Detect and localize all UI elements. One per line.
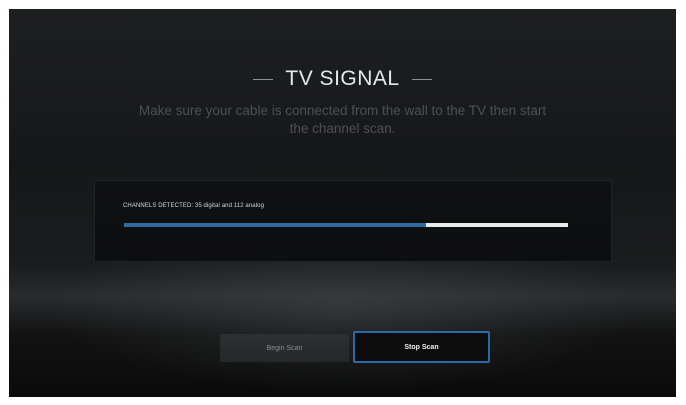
- stop-scan-button[interactable]: Stop Scan: [353, 331, 490, 363]
- channels-detected-status: CHANNELS DETECTED: 35 digital and 112 an…: [123, 203, 265, 209]
- title-dash-right: [411, 78, 432, 80]
- instructions-text: Make sure your cable is connected from t…: [138, 103, 547, 136]
- frame: TV SIGNAL Make sure your cable is connec…: [0, 0, 686, 405]
- page-title: TV SIGNAL: [285, 67, 400, 90]
- title-dash-left: [253, 78, 274, 80]
- tv-screen: TV SIGNAL Make sure your cable is connec…: [9, 9, 676, 397]
- scan-panel: CHANNELS DETECTED: 35 digital and 112 an…: [94, 180, 612, 262]
- begin-scan-button[interactable]: Begin Scan: [220, 334, 349, 362]
- title-row: TV SIGNAL: [9, 65, 676, 93]
- scan-progress-bar: [124, 223, 568, 227]
- scan-progress-fill: [124, 223, 426, 227]
